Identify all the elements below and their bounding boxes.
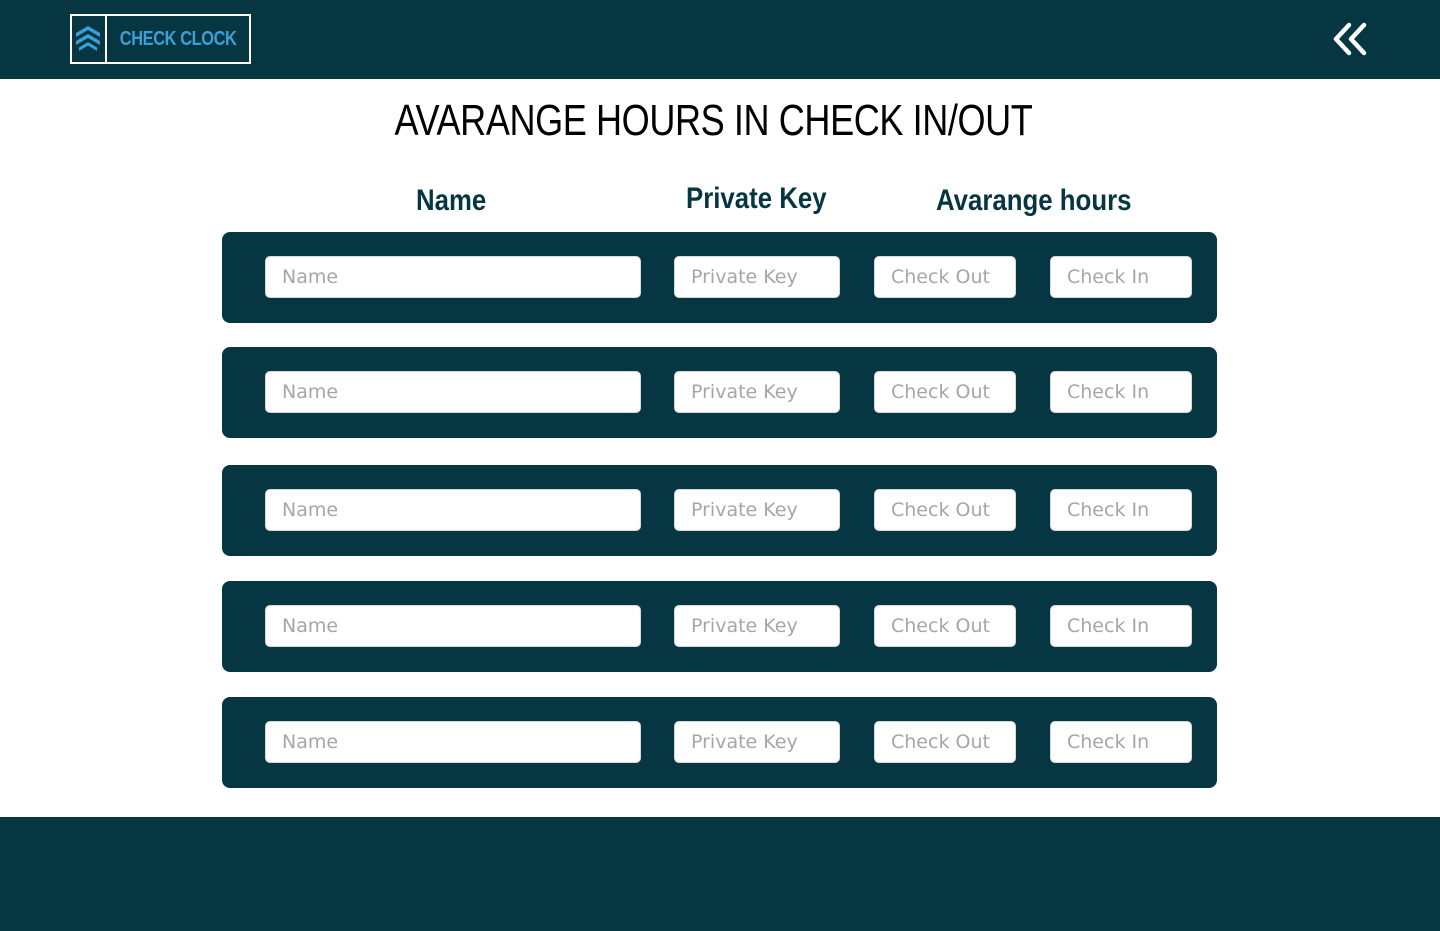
name-input[interactable] — [265, 256, 641, 298]
private-key-input[interactable] — [674, 371, 840, 413]
table-row — [222, 697, 1217, 788]
footer — [0, 817, 1440, 931]
check-in-input[interactable] — [1050, 371, 1192, 413]
private-key-input[interactable] — [674, 605, 840, 647]
private-key-input[interactable] — [674, 256, 840, 298]
logo-text: CHECK CLOCK — [119, 27, 237, 50]
check-out-input[interactable] — [874, 605, 1016, 647]
logo[interactable]: CHECK CLOCK — [70, 14, 251, 64]
check-out-input[interactable] — [874, 256, 1016, 298]
name-input[interactable] — [265, 721, 641, 763]
check-in-input[interactable] — [1050, 489, 1192, 531]
logo-icon-box — [72, 16, 107, 62]
check-in-input[interactable] — [1050, 721, 1192, 763]
column-header-average-hours: Avarange hours — [936, 184, 1132, 217]
check-out-input[interactable] — [874, 721, 1016, 763]
page-title: AVARANGE HOURS IN CHECK IN/OUT — [394, 96, 1033, 145]
table-row — [222, 232, 1217, 323]
table-row — [222, 465, 1217, 556]
private-key-input[interactable] — [674, 721, 840, 763]
column-header-private-key: Private Key — [686, 182, 827, 215]
check-out-input[interactable] — [874, 371, 1016, 413]
double-chevron-left-icon — [1333, 22, 1367, 56]
column-header-name: Name — [416, 184, 487, 217]
private-key-input[interactable] — [674, 489, 840, 531]
name-input[interactable] — [265, 371, 641, 413]
name-input[interactable] — [265, 489, 641, 531]
name-input[interactable] — [265, 605, 641, 647]
top-bar: CHECK CLOCK — [0, 0, 1440, 79]
collapse-button[interactable] — [1328, 18, 1372, 60]
stacked-chevrons-up-icon — [76, 26, 101, 51]
check-out-input[interactable] — [874, 489, 1016, 531]
table-row — [222, 581, 1217, 672]
check-in-input[interactable] — [1050, 256, 1192, 298]
check-in-input[interactable] — [1050, 605, 1192, 647]
table-row — [222, 347, 1217, 438]
